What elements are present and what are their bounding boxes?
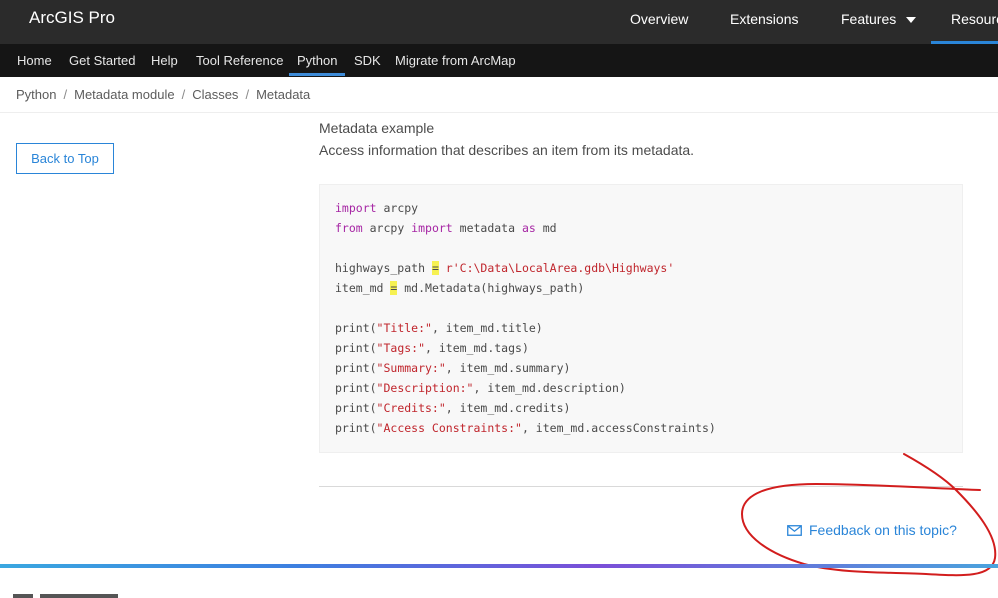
code-text: item_md bbox=[335, 281, 391, 295]
code-text: print( bbox=[335, 381, 377, 395]
code-line: print("Access Constraints:", item_md.acc… bbox=[335, 421, 716, 435]
code-text: arcpy bbox=[376, 201, 419, 215]
code-string: "Title:" bbox=[376, 321, 432, 335]
breadcrumb: Python / Metadata module / Classes / Metadata bbox=[16, 87, 310, 102]
subnav-tool-reference[interactable]: Tool Reference bbox=[196, 53, 283, 68]
code-line: print("Tags:", item_md.tags) bbox=[335, 341, 529, 355]
subnav-migrate[interactable]: Migrate from ArcMap bbox=[395, 53, 516, 68]
code-line: print("Summary:", item_md.summary) bbox=[335, 361, 570, 375]
brand-logo-text[interactable]: ArcGIS Pro bbox=[29, 8, 115, 28]
subnav-home[interactable]: Home bbox=[17, 53, 52, 68]
code-keyword: import bbox=[335, 201, 377, 215]
top-header: ArcGIS Pro Overview Extensions Features … bbox=[0, 0, 998, 44]
code-text: print( bbox=[335, 401, 377, 415]
code-line: print("Credits:", item_md.credits) bbox=[335, 401, 570, 415]
red-annotation-circle bbox=[740, 453, 997, 577]
code-text: , item_md.credits) bbox=[445, 401, 571, 415]
code-keyword: as bbox=[521, 221, 536, 235]
code-text: print( bbox=[335, 421, 377, 435]
subnav-sdk[interactable]: SDK bbox=[354, 53, 381, 68]
breadcrumb-classes[interactable]: Classes bbox=[192, 87, 238, 102]
breadcrumb-separator: / bbox=[63, 87, 68, 102]
breadcrumb-metadata[interactable]: Metadata bbox=[256, 87, 310, 102]
code-keyword: import bbox=[411, 221, 453, 235]
code-keyword: from bbox=[335, 221, 363, 235]
breadcrumb-python[interactable]: Python bbox=[16, 87, 56, 102]
code-line: highways_path = r'C:\Data\LocalArea.gdb\… bbox=[335, 261, 674, 275]
subnav-python[interactable]: Python bbox=[297, 53, 337, 68]
code-text: print( bbox=[335, 341, 377, 355]
code-text: md.Metadata(highways_path) bbox=[397, 281, 585, 295]
code-block[interactable]: import arcpy from arcpy import metadata … bbox=[319, 184, 963, 453]
back-to-top-button[interactable]: Back to Top bbox=[16, 143, 114, 174]
nav-features-label: Features bbox=[841, 11, 897, 27]
code-text: , item_md.description) bbox=[473, 381, 626, 395]
code-line: from arcpy import metadata as md bbox=[335, 221, 557, 235]
code-text: arcpy bbox=[362, 221, 412, 235]
code-text: , item_md.accessConstraints) bbox=[521, 421, 716, 435]
code-text: , item_md.summary) bbox=[445, 361, 571, 375]
caret-down-icon bbox=[906, 17, 917, 24]
code-line: import arcpy bbox=[335, 201, 418, 215]
code-string: "Summary:" bbox=[376, 361, 446, 375]
code-highlight: = bbox=[431, 261, 439, 275]
breadcrumb-metadata-module[interactable]: Metadata module bbox=[74, 87, 174, 102]
subnav-help[interactable]: Help bbox=[151, 53, 178, 68]
breadcrumb-separator: / bbox=[245, 87, 250, 102]
nav-overview[interactable]: Overview bbox=[630, 11, 688, 27]
code-text: print( bbox=[335, 361, 377, 375]
code-string: "Credits:" bbox=[376, 401, 446, 415]
nav-extensions[interactable]: Extensions bbox=[730, 11, 798, 27]
code-line: print("Description:", item_md.descriptio… bbox=[335, 381, 626, 395]
breadcrumb-divider bbox=[0, 112, 998, 113]
code-text: md bbox=[535, 221, 557, 235]
code-text: print( bbox=[335, 321, 377, 335]
code-text: , item_md.title) bbox=[431, 321, 543, 335]
code-text: , item_md.tags) bbox=[425, 341, 529, 355]
code-string: "Access Constraints:" bbox=[376, 421, 522, 435]
breadcrumb-separator: / bbox=[181, 87, 186, 102]
code-string: "Tags:" bbox=[376, 341, 426, 355]
code-string: r'C:\Data\LocalArea.gdb\Highways' bbox=[438, 261, 675, 275]
code-text: highways_path bbox=[335, 261, 432, 275]
example-description: Access information that describes an ite… bbox=[319, 142, 695, 158]
example-title: Metadata example bbox=[319, 120, 435, 136]
footer-element bbox=[40, 594, 118, 598]
footer-element bbox=[13, 594, 33, 598]
code-string: "Description:" bbox=[376, 381, 474, 395]
nav-features[interactable]: Features bbox=[841, 11, 917, 27]
subnav-get-started[interactable]: Get Started bbox=[69, 53, 135, 68]
footer-gradient-bar bbox=[0, 564, 998, 568]
subnav-active-indicator bbox=[289, 73, 345, 76]
sub-navigation: Home Get Started Help Tool Reference Pyt… bbox=[0, 44, 998, 77]
code-text: metadata bbox=[452, 221, 522, 235]
nav-resources[interactable]: Resourc bbox=[951, 11, 998, 27]
code-line: print("Title:", item_md.title) bbox=[335, 321, 543, 335]
code-line: item_md = md.Metadata(highways_path) bbox=[335, 281, 584, 295]
